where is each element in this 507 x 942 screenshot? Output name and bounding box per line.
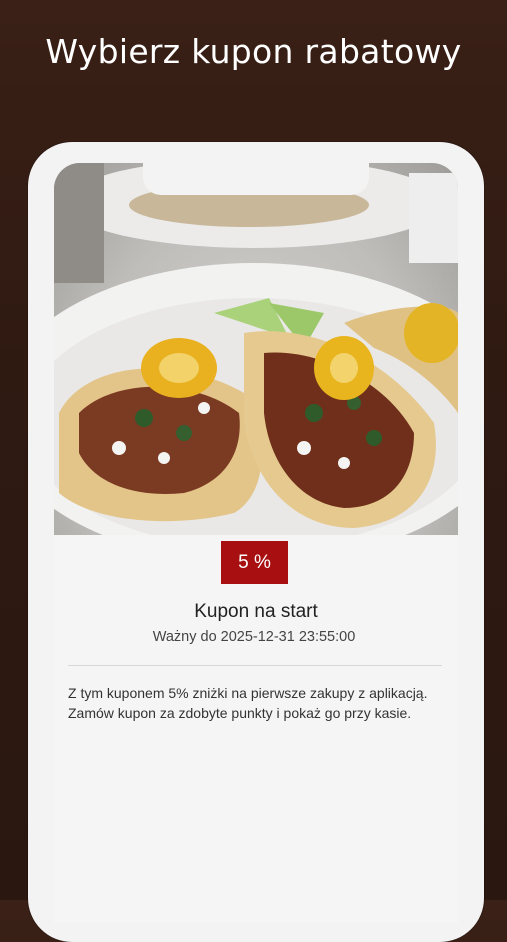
coupon-image [54, 163, 458, 535]
coupon-validity: Ważny do 2025-12-31 23:55:00 [54, 629, 458, 645]
discount-badge: 5 % [221, 541, 288, 584]
coupon-title: Kupon na start [194, 601, 318, 622]
coupon-description: Z tym kuponem 5% zniżki na pierwsze zaku… [68, 685, 428, 721]
app-screen: 5 % Kupon na start Ważny do 2025-12-31 23… [54, 163, 458, 923]
valid-until-date: 2025-12-31 23:55:00 [220, 629, 356, 645]
phone-notch [143, 163, 369, 195]
valid-label: Ważny do [152, 629, 217, 645]
promo-headline: Wybierz kupon rabatowy [45, 32, 462, 71]
divider [68, 665, 442, 666]
